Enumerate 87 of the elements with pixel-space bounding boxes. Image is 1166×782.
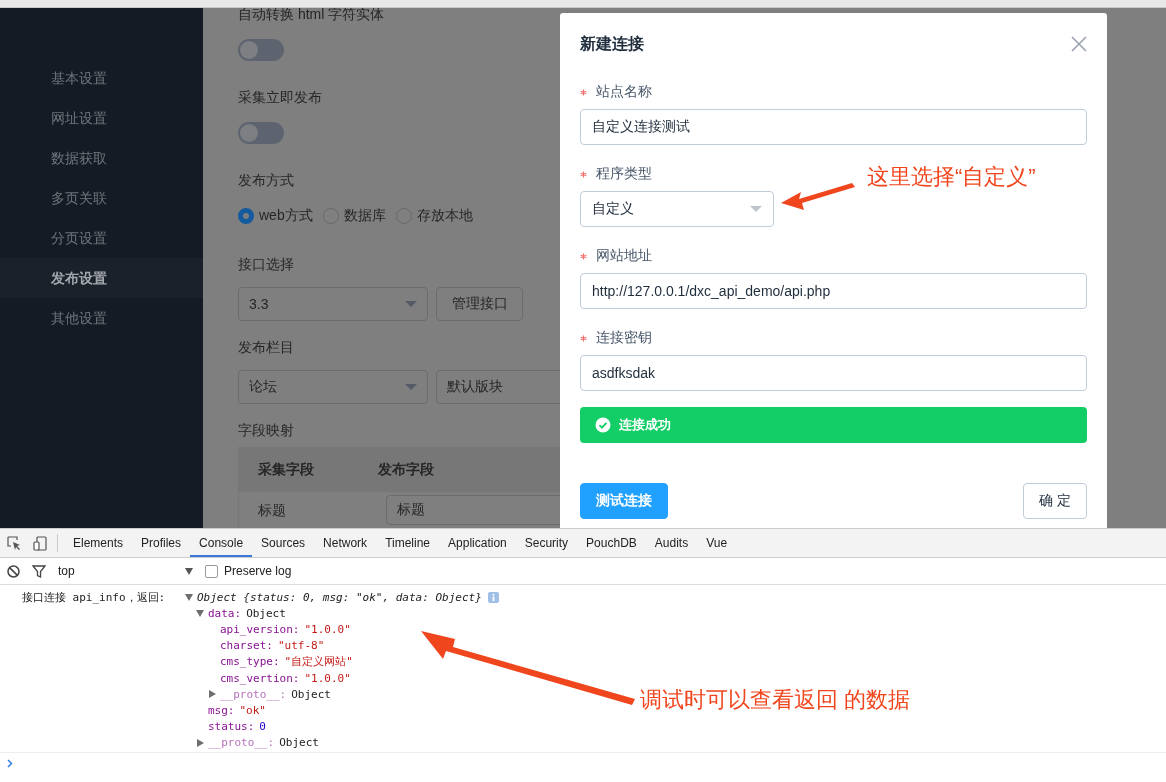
caret-icon — [405, 301, 417, 307]
inspect-icon — [7, 536, 21, 550]
select-field[interactable]: 3.3 — [238, 287, 428, 321]
expanded-triangle-icon[interactable] — [196, 609, 204, 618]
object-summary: Object {status: 0, msg: "ok", data: Object} — [197, 590, 482, 604]
field-label: 采集立即发布 — [238, 89, 322, 105]
device-icon — [33, 535, 47, 551]
sidebar-item[interactable]: 多页关联 — [0, 178, 203, 218]
field-label: 发布栏目 — [238, 339, 294, 355]
toggle-switch[interactable] — [238, 39, 284, 61]
select-field[interactable]: 自定义 — [580, 191, 774, 227]
devtools-tab[interactable]: Timeline — [376, 529, 440, 557]
field-label: 接口选择 — [238, 256, 294, 272]
devtools-tab[interactable]: Elements — [64, 529, 133, 557]
field-label: 连接密钥 — [596, 329, 652, 347]
expanded-triangle-icon[interactable] — [185, 593, 193, 602]
filter-icon — [32, 564, 46, 578]
sidebar-item[interactable]: 分页设置 — [0, 218, 203, 258]
log-text: 接口连接 api_info，返回: — [22, 589, 167, 605]
property-key: charset: — [220, 639, 273, 653]
clear-icon — [7, 564, 20, 578]
field-label: 站点名称 — [596, 83, 652, 101]
devtools-tab[interactable]: Vue — [697, 529, 737, 557]
input-field[interactable]: 自定义连接测试 — [580, 109, 1087, 145]
devtools-tab[interactable]: Network — [314, 529, 377, 557]
caret-icon — [405, 384, 417, 390]
property-value: "1.0.0" — [304, 671, 351, 685]
sidebar-item[interactable]: 数据获取 — [0, 138, 203, 178]
devtools-tab[interactable]: Profiles — [132, 529, 191, 557]
caret-icon — [750, 206, 762, 212]
property-key: msg: — [208, 703, 235, 717]
field-label: 程序类型 — [596, 165, 652, 183]
select-field[interactable]: 论坛 — [238, 370, 428, 404]
property-value: "utf-8" — [278, 639, 325, 653]
property-key: cms_vertion: — [220, 671, 300, 685]
context-select[interactable]: top — [58, 564, 193, 578]
input-field[interactable]: asdfksdak — [580, 355, 1087, 391]
property-value: Object — [291, 687, 331, 701]
radio-label: 数据库 — [343, 207, 386, 225]
annotation-text: 这里选择“自定义” — [867, 163, 1036, 191]
column-header: 采集字段 — [258, 461, 315, 479]
property-value: "1.0.0" — [304, 622, 351, 636]
check-circle-icon — [595, 417, 611, 433]
collapsed-triangle-icon[interactable] — [208, 690, 216, 699]
close-icon[interactable] — [1071, 36, 1087, 52]
devtools-tab[interactable]: Audits — [645, 529, 698, 557]
property-value: Object — [246, 606, 286, 620]
property-key: cms_type: — [220, 655, 280, 669]
info-icon — [487, 591, 499, 603]
devtools-tab[interactable]: Console — [190, 529, 253, 557]
property-key: __proto__: — [220, 687, 287, 701]
toggle-switch[interactable] — [238, 122, 284, 144]
prompt-icon — [7, 758, 13, 768]
property-key: __proto__: — [208, 736, 275, 750]
property-key: api_version: — [220, 622, 300, 636]
manage-button[interactable]: 管理接口 — [436, 287, 523, 321]
field-label: 字段映射 — [238, 422, 294, 438]
devtools-tab[interactable]: Application — [439, 529, 516, 557]
column-header: 发布字段 — [378, 461, 435, 479]
field-label: 网站地址 — [596, 247, 652, 265]
property-value: "ok" — [239, 703, 266, 717]
property-key: status: — [208, 720, 255, 734]
sidebar-item[interactable]: 网址设置 — [0, 98, 203, 138]
sidebar-item[interactable]: 发布设置 — [0, 258, 203, 298]
property-value: Object — [279, 736, 319, 750]
checkbox[interactable] — [205, 564, 218, 578]
checkbox-label: Preserve log — [224, 564, 292, 578]
collapsed-triangle-icon[interactable] — [196, 738, 204, 747]
radio-button[interactable] — [238, 208, 254, 224]
devtools-tab[interactable]: PouchDB — [577, 529, 646, 557]
field-label: 发布方式 — [238, 172, 294, 188]
property-value: 0 — [259, 720, 266, 734]
radio-label: web方式 — [259, 207, 313, 225]
annotation-text: 调试时可以查看返回 的数据 — [640, 686, 911, 714]
caret-icon — [185, 567, 193, 575]
input-field[interactable]: http://127.0.0.1/dxc_api_demo/api.php — [580, 273, 1087, 309]
radio-label: 存放本地 — [416, 207, 473, 225]
sidebar-item[interactable]: 基本设置 — [0, 58, 203, 98]
confirm-button[interactable]: 确 定 — [1023, 483, 1087, 519]
alert-message: 连接成功 — [619, 416, 671, 434]
sidebar-item[interactable]: 其他设置 — [0, 298, 203, 338]
devtools-tab[interactable]: Sources — [252, 529, 315, 557]
devtools-tab[interactable]: Security — [515, 529, 578, 557]
table-cell-text: 标题 — [258, 501, 287, 520]
property-key: data: — [208, 606, 242, 620]
dialog-title: 新建连接 — [580, 33, 644, 54]
property-value: "自定义网站" — [284, 654, 353, 670]
